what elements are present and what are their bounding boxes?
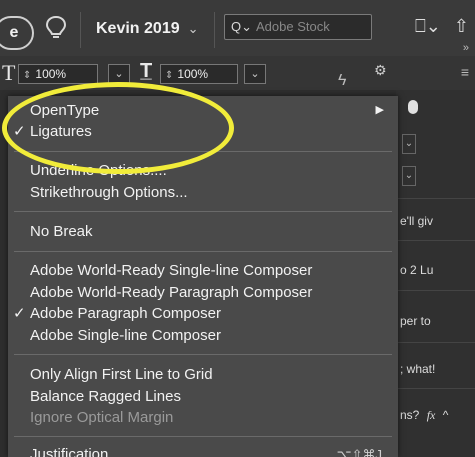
- horizontal-scale-icon: T̲: [140, 60, 153, 82]
- share-icon[interactable]: ⇧: [454, 16, 469, 36]
- menu-item-single-line-composer[interactable]: Adobe Single-line Composer: [8, 325, 398, 346]
- menu-item-balance-ragged-lines[interactable]: Balance Ragged Lines: [8, 386, 398, 407]
- menu-item-no-break[interactable]: No Break: [8, 221, 398, 242]
- menu-divider: [14, 354, 392, 355]
- text-snippet: o 2 Lu: [400, 263, 434, 277]
- dropdown-toggle[interactable]: ⌄: [402, 166, 416, 186]
- menu-item-ligatures[interactable]: ✓ Ligatures: [8, 121, 398, 142]
- menu-item-justification[interactable]: Justification... ⌥⇧⌘J: [8, 444, 398, 457]
- menu-divider: [14, 211, 392, 212]
- text-snippet: per to: [400, 314, 431, 328]
- font-size-value: 100%: [35, 67, 67, 81]
- scale-value: 100%: [177, 67, 209, 81]
- divider: [396, 198, 475, 199]
- search-icon: Q⌄: [231, 19, 253, 34]
- menu-divider: [14, 151, 392, 152]
- scale-field[interactable]: ⇕ 100%: [160, 64, 238, 84]
- menu-item-label: Adobe World-Ready Paragraph Composer: [30, 284, 313, 301]
- menu-item-label: Only Align First Line to Grid: [30, 366, 213, 383]
- divider: [396, 388, 475, 389]
- panel-menu-icon[interactable]: ≡: [461, 64, 469, 80]
- lightbulb-icon[interactable]: [44, 14, 68, 49]
- menu-item-world-ready-paragraph[interactable]: Adobe World-Ready Paragraph Composer: [8, 282, 398, 303]
- menu-divider: [14, 436, 392, 437]
- checkmark-icon: ✓: [13, 305, 26, 322]
- menu-item-underline-options[interactable]: Underline Options....: [8, 160, 398, 181]
- workspace-name: Kevin 2019: [96, 20, 180, 37]
- menu-item-opentype[interactable]: OpenType ▶: [8, 100, 398, 121]
- stepper-arrows-icon[interactable]: ⇕: [165, 70, 173, 81]
- font-size-field[interactable]: ⇕ 100%: [18, 64, 98, 84]
- search-input[interactable]: Q⌄ Adobe Stock: [224, 14, 372, 40]
- gear-icon[interactable]: ⚙: [374, 62, 387, 79]
- menu-item-ignore-optical-margin: Ignore Optical Margin: [8, 407, 398, 428]
- menu-item-label: Strikethrough Options...: [30, 184, 188, 201]
- scale-dropdown[interactable]: ⌄: [244, 64, 266, 84]
- menu-item-label: Ligatures: [30, 123, 92, 140]
- search-placeholder: Adobe Stock: [256, 19, 330, 34]
- right-panel: ⌄ ⌄ e'll giv o 2 Lu per to ; what! ns? f…: [396, 90, 475, 457]
- menu-item-world-ready-single-line[interactable]: Adobe World-Ready Single-line Composer: [8, 260, 398, 281]
- slider-handle[interactable]: [408, 100, 418, 114]
- menu-item-label: Ignore Optical Margin: [30, 409, 174, 426]
- shortcut-label: ⌥⇧⌘J: [336, 447, 382, 457]
- stepper-arrows-icon[interactable]: ⇕: [23, 70, 31, 81]
- app-bar: e Kevin 2019 ⌄ Q⌄ Adobe Stock ⎕⌄ ⇧ »: [0, 0, 475, 57]
- font-size-dropdown[interactable]: ⌄: [108, 64, 130, 84]
- account-button[interactable]: e: [0, 16, 34, 50]
- character-controls: T ⇕ 100% ⌄ T̲ ⇕ 100% ⌄ ϟ ⚙ ≡: [0, 56, 475, 90]
- menu-item-strikethrough-options[interactable]: Strikethrough Options...: [8, 182, 398, 203]
- fx-icon[interactable]: fx: [427, 408, 436, 422]
- menu-item-label: Adobe Single-line Composer: [30, 327, 221, 344]
- window-controls[interactable]: ⎕⌄ ⇧: [415, 16, 469, 37]
- menu-item-align-first-line-to-grid[interactable]: Only Align First Line to Grid: [8, 364, 398, 385]
- text-snippet: ns?: [400, 408, 420, 422]
- account-label: e: [9, 24, 19, 41]
- menu-item-label: Balance Ragged Lines: [30, 388, 181, 405]
- menu-item-label: Adobe Paragraph Composer: [30, 305, 221, 322]
- lightning-icon[interactable]: ϟ: [338, 72, 346, 90]
- menu-item-label: Underline Options....: [30, 162, 167, 179]
- menu-divider: [14, 251, 392, 252]
- menu-item-label: OpenType: [30, 102, 100, 119]
- font-size-icon: T: [2, 60, 16, 85]
- collapse-panels-icon[interactable]: »: [463, 42, 469, 54]
- text-snippet: e'll giv: [400, 214, 433, 228]
- menu-item-label: Adobe World-Ready Single-line Composer: [30, 262, 313, 279]
- text-snippet: ; what!: [400, 362, 436, 376]
- chevron-down-icon: ⌄: [187, 21, 199, 36]
- dropdown-toggle[interactable]: ⌄: [402, 134, 416, 154]
- menu-item-label: No Break: [30, 223, 93, 240]
- divider: [396, 290, 475, 291]
- separator: [80, 12, 81, 48]
- menu-item-paragraph-composer[interactable]: ✓ Adobe Paragraph Composer: [8, 303, 398, 324]
- separator: [214, 12, 215, 48]
- workspace-switcher[interactable]: Kevin 2019 ⌄: [96, 20, 199, 38]
- checkmark-icon: ✓: [13, 123, 26, 140]
- arrange-documents-icon[interactable]: ⎕⌄: [415, 16, 441, 36]
- menu-item-label: Justification...: [30, 446, 121, 457]
- type-options-menu: OpenType ▶ ✓ Ligatures Underline Options…: [8, 96, 398, 457]
- chevron-up-icon[interactable]: ^: [443, 408, 449, 422]
- divider: [396, 240, 475, 241]
- formula-row: ns? fx ^: [400, 408, 448, 423]
- submenu-arrow-icon: ▶: [375, 104, 384, 116]
- divider: [396, 342, 475, 343]
